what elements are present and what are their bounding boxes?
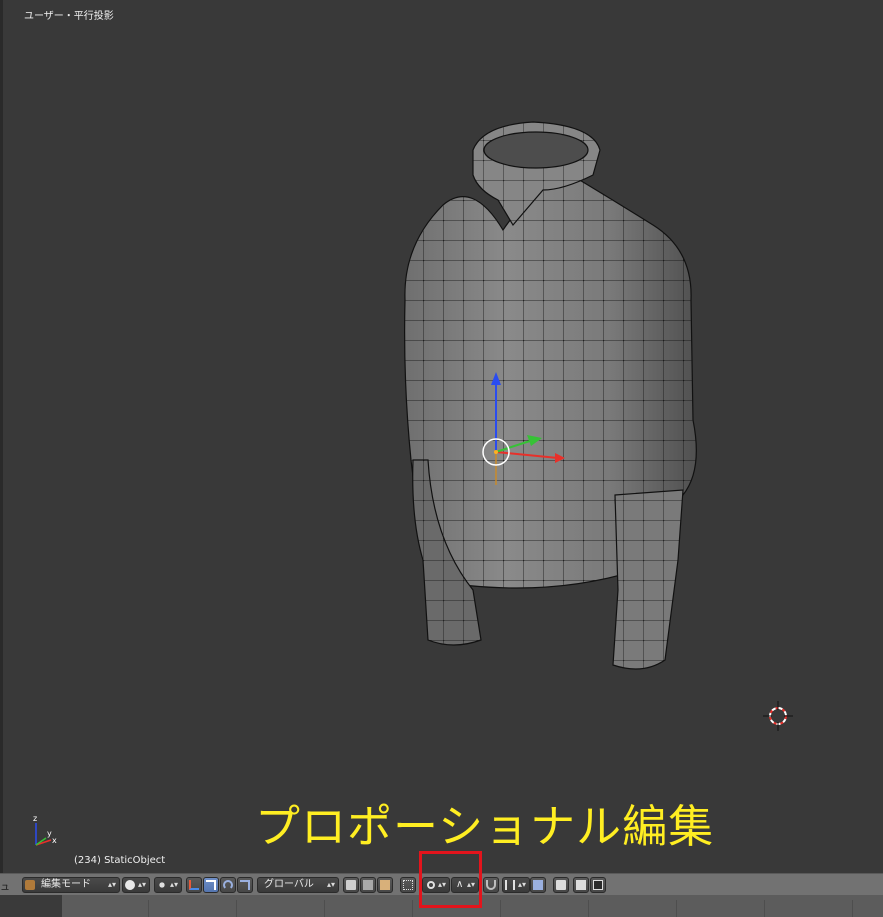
opengl-render-button[interactable] <box>553 877 569 893</box>
manipulator-toggle[interactable] <box>186 877 202 893</box>
translate-icon <box>206 880 216 890</box>
rotate-icon <box>223 880 233 890</box>
edge-select-button[interactable] <box>360 877 376 893</box>
annotation-caption: プロポーショナル編集 <box>255 800 715 853</box>
viewport-shading-icon <box>125 880 135 890</box>
sweater-mesh: z x y <box>33 121 793 846</box>
viewport-shading-dropdown[interactable]: ▴▾ <box>122 877 150 893</box>
active-object-label: (234) StaticObject <box>74 855 166 866</box>
manipulator-icon <box>189 880 199 890</box>
scale-button[interactable] <box>237 877 253 893</box>
vertex-select-button[interactable] <box>343 877 359 893</box>
cube-mode-icon <box>25 880 35 890</box>
face-select-icon <box>380 880 390 890</box>
mode-label: 編集モード <box>41 879 91 890</box>
snap-target-dropdown[interactable]: ▴▾ <box>502 877 530 893</box>
axis-y-label: y <box>47 829 52 838</box>
axis-z-label: z <box>33 814 37 823</box>
snap-target-icon <box>505 880 515 890</box>
orientation-label: グローバル <box>264 879 314 890</box>
chevron-updown-icon: ▴▾ <box>169 880 178 889</box>
chevron-updown-icon: ▴▾ <box>107 880 116 889</box>
opengl-render-animation-button[interactable] <box>573 877 589 893</box>
chevron-updown-icon: ▴▾ <box>137 880 146 889</box>
face-select-button[interactable] <box>377 877 393 893</box>
timeline-tick <box>676 900 677 917</box>
axis-x-label: x <box>52 836 57 845</box>
timeline-tick <box>324 900 325 917</box>
snap-target-icon <box>533 880 543 890</box>
timeline-tick <box>852 900 853 917</box>
snap-magnet-icon <box>486 880 496 890</box>
mode-dropdown[interactable]: 編集モード ▴▾ <box>22 877 120 893</box>
scale-icon <box>240 880 250 890</box>
timeline-tick <box>412 900 413 917</box>
opengl-render-anim-button[interactable] <box>590 877 606 893</box>
vertex-select-icon <box>346 880 356 890</box>
rotate-button[interactable] <box>220 877 236 893</box>
axis-gizmo: z x y <box>33 814 57 846</box>
timeline-sidebar <box>0 895 62 917</box>
menu-stub[interactable]: ュ <box>0 878 10 893</box>
opengl-render-animation-icon <box>576 880 586 890</box>
occlude-geometry-icon <box>403 880 413 890</box>
chevron-updown-icon: ▴▾ <box>517 880 526 889</box>
pivot-point-dropdown[interactable]: ▴▾ <box>154 877 182 893</box>
clapperboard-icon <box>593 880 603 890</box>
timeline-tick <box>764 900 765 917</box>
timeline-tick <box>236 900 237 917</box>
3d-cursor-icon <box>763 701 793 731</box>
edge-select-icon <box>363 880 373 890</box>
snap-toggle[interactable] <box>483 877 499 893</box>
mesh-right-sleeve <box>612 489 684 670</box>
snap-element-button[interactable] <box>530 877 546 893</box>
pivot-point-icon <box>157 880 167 890</box>
timeline-tick <box>588 900 589 917</box>
occlude-geometry-button[interactable] <box>400 877 416 893</box>
3d-viewport[interactable]: ユーザー・平行投影 z x y プロポーショナル編集 (234) StaticO… <box>0 0 883 873</box>
chevron-updown-icon: ▴▾ <box>326 880 335 889</box>
timeline-tick <box>148 900 149 917</box>
highlight-box <box>419 851 482 908</box>
opengl-render-icon <box>556 880 566 890</box>
timeline-tick <box>500 900 501 917</box>
translate-button[interactable] <box>203 877 219 893</box>
orientation-dropdown[interactable]: グローバル ▴▾ <box>257 877 339 893</box>
